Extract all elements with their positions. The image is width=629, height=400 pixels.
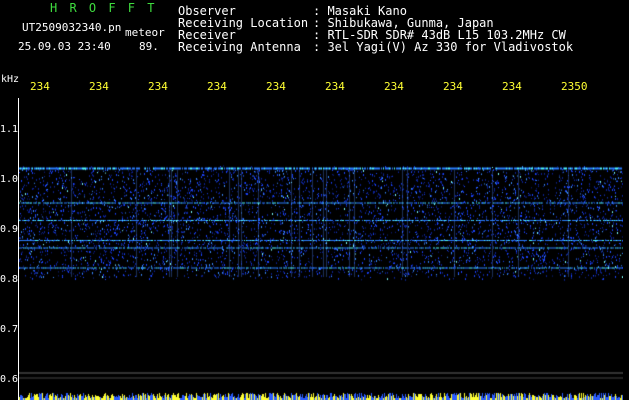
app-title: H R O F F T (50, 1, 157, 15)
x-tick-label: 234 (325, 80, 345, 93)
y-tick-label: 0.7 (0, 324, 19, 335)
x-tick-label: 234 (30, 80, 50, 93)
antenna-label: Receiving Antenna (178, 40, 301, 54)
y-tick-label: 1.1 (0, 124, 19, 135)
spectrogram-canvas (18, 100, 623, 400)
x-tick-label: 234 (207, 80, 227, 93)
meteor-count-label: 89. (139, 40, 159, 53)
datetime-label: 25.09.03 23:40 (18, 40, 111, 53)
y-tick-label: 0.9 (0, 224, 19, 235)
x-tick-label: 234 (266, 80, 286, 93)
x-tick-label: 234 (502, 80, 522, 93)
x-tick-label: 234 (443, 80, 463, 93)
x-tick-label: 234 (89, 80, 109, 93)
hrofft-screen: H R O F F T UT2509032340.pn meteor 25.09… (0, 0, 629, 400)
x-tick-label: 234 (384, 80, 404, 93)
filename-label: UT2509032340.pn (22, 21, 122, 34)
y-tick-label: 1.0 (0, 174, 19, 185)
y-tick-label: 0.8 (0, 274, 19, 285)
y-axis-unit: kHz (1, 74, 20, 85)
antenna-value: : 3el Yagi(V) Az 330 for Vladivostok (313, 40, 574, 54)
y-axis-line (18, 98, 19, 400)
x-tick-label: 234 (148, 80, 168, 93)
detection-type-label: meteor (125, 26, 165, 39)
x-tick-label: 2350 (561, 80, 588, 93)
y-tick-label: 0.6 (0, 374, 19, 385)
